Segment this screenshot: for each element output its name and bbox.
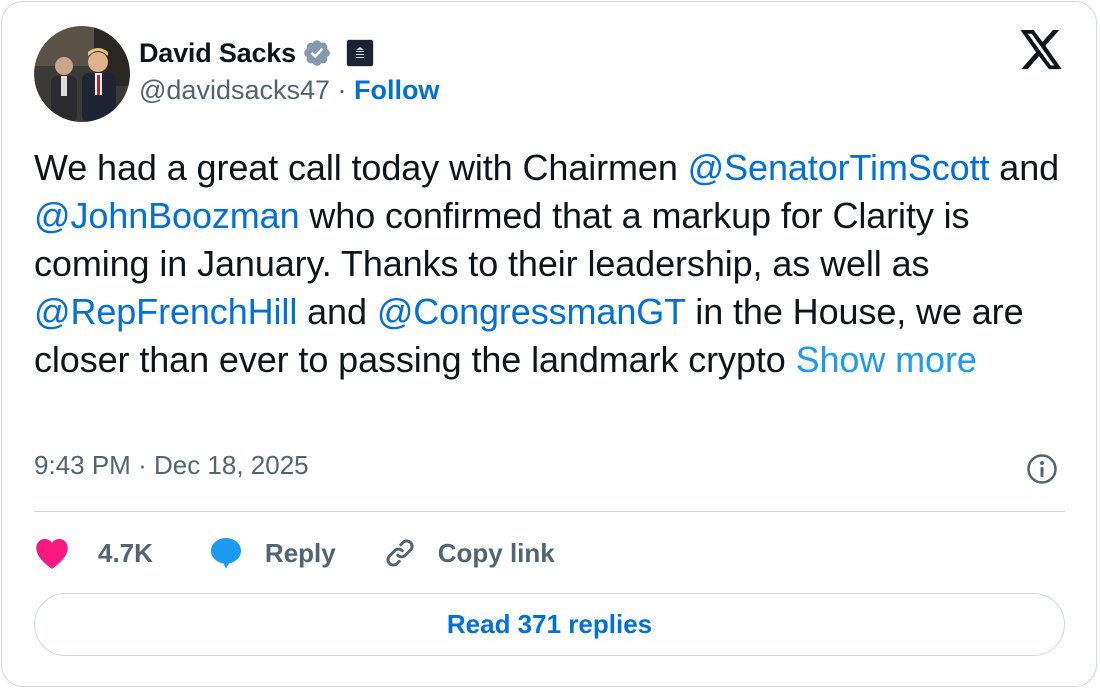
timestamp-separator: · <box>138 450 147 480</box>
info-icon[interactable] <box>1026 453 1058 485</box>
divider <box>34 511 1065 512</box>
tweet-text-segment: and <box>297 291 377 332</box>
show-more-link[interactable]: Show more <box>796 339 977 380</box>
heart-icon <box>34 536 70 570</box>
verified-badge-icon <box>302 38 332 68</box>
mention-link[interactable]: @CongressmanGT <box>377 291 686 332</box>
action-bar: 4.7K Reply Copy link <box>34 528 555 578</box>
tweet-date: Dec 18, 2025 <box>153 450 309 480</box>
reply-label: Reply <box>264 537 336 568</box>
author-handle[interactable]: @davidsacks47 <box>139 75 330 105</box>
copy-link-label: Copy link <box>437 537 555 568</box>
tweet-text: We had a great call today with Chairmen … <box>34 144 1074 384</box>
tweet-timestamp[interactable]: 9:43 PM · Dec 18, 2025 <box>34 450 309 481</box>
author-handle-row: @davidsacks47 · Follow <box>139 75 440 106</box>
like-count: 4.7K <box>98 537 153 568</box>
read-replies-label: Read 371 replies <box>446 609 653 639</box>
mention-link[interactable]: @SenatorTimScott <box>688 147 990 188</box>
follow-button[interactable]: Follow <box>354 75 439 105</box>
link-icon <box>382 535 418 571</box>
author-avatar[interactable] <box>34 26 130 122</box>
white-house-badge-icon <box>345 39 374 67</box>
handle-separator: · <box>337 75 347 105</box>
mention-link[interactable]: @RepFrenchHill <box>34 291 297 332</box>
avatar-photo <box>34 26 130 122</box>
read-replies-button[interactable]: Read 371 replies <box>34 593 1065 656</box>
mention-link[interactable]: @JohnBoozman <box>34 195 300 236</box>
x-logo-icon[interactable] <box>1018 30 1064 72</box>
author-name[interactable]: David Sacks <box>139 38 296 69</box>
copy-link-button[interactable]: Copy link <box>382 535 555 571</box>
tweet-text-segment: and <box>989 147 1060 188</box>
author-name-row: David Sacks <box>139 36 374 70</box>
tweet-time: 9:43 PM <box>34 450 131 480</box>
reply-button[interactable]: Reply <box>207 535 336 571</box>
tweet-text-segment: We had a great call today with Chairmen <box>34 147 688 188</box>
reply-bubble-icon <box>207 535 245 571</box>
like-button[interactable]: 4.7K <box>34 536 153 570</box>
